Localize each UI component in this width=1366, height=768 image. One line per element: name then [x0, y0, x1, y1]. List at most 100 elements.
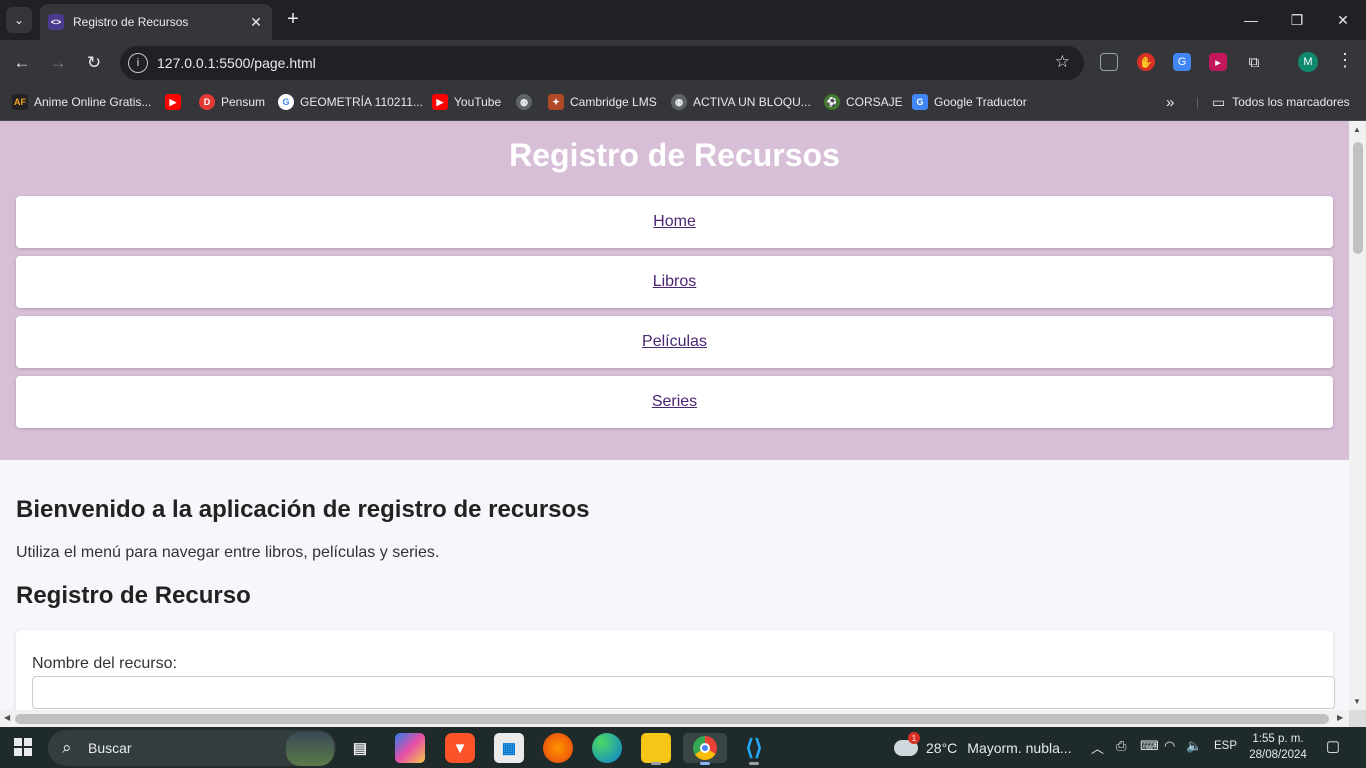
weather-temp: 28°C: [926, 740, 958, 756]
reload-icon[interactable]: ↻: [82, 51, 106, 75]
horizontal-scroll-thumb[interactable]: [15, 714, 1329, 724]
bookmark-star-icon[interactable]: ☆: [1055, 52, 1070, 72]
wifi-icon[interactable]: ◠: [1164, 738, 1175, 754]
nav-item-libros[interactable]: Libros: [16, 256, 1333, 308]
file-explorer-icon[interactable]: [641, 733, 671, 765]
tab-title: Registro de Recursos: [73, 15, 189, 29]
vscode-live-favicon-icon: <>: [48, 14, 64, 30]
bookmark-pensum[interactable]: D Pensum: [199, 92, 265, 112]
search-highlight-image: [286, 732, 334, 766]
bookmark-google-traductor[interactable]: G Google Traductor: [912, 92, 1027, 112]
youtube-icon: ▶: [165, 94, 181, 110]
chrome-icon[interactable]: [683, 733, 727, 765]
weather-widget[interactable]: 1 28°C Mayorm. nubla...: [894, 732, 1072, 761]
nav-item-series[interactable]: Series: [16, 376, 1333, 428]
back-icon[interactable]: ←: [10, 51, 34, 75]
profile-avatar[interactable]: M: [1298, 52, 1318, 72]
site-info-icon[interactable]: i: [128, 53, 148, 73]
screen-recorder-extension-icon[interactable]: ▸: [1209, 53, 1227, 71]
tray-chevron-up-icon[interactable]: ︿: [1091, 738, 1104, 757]
chrome-logo: [693, 736, 717, 760]
vertical-scrollbar[interactable]: ▲ ▼: [1349, 121, 1366, 710]
horizontal-scrollbar[interactable]: ◀ ▶: [0, 710, 1349, 727]
browser-menu-icon[interactable]: ⋮: [1336, 50, 1354, 71]
google-icon: G: [278, 94, 294, 110]
all-bookmarks-label: Todos los marcadores: [1232, 95, 1350, 109]
search-icon: ⌕: [62, 738, 72, 757]
notification-icon[interactable]: ▢: [1322, 737, 1344, 757]
scroll-down-icon[interactable]: ▼: [1353, 697, 1361, 706]
windows-start-icon[interactable]: [14, 738, 32, 756]
edge-icon[interactable]: [592, 733, 622, 763]
nav-item-peliculas[interactable]: Películas: [16, 316, 1333, 368]
bookmark-activa[interactable]: ◍ ACTIVA UN BLOQU...: [671, 92, 811, 112]
language-indicator[interactable]: ESP: [1214, 740, 1237, 752]
weather-text: Mayorm. nubla...: [967, 740, 1072, 756]
corsaje-icon: ⚽: [824, 94, 840, 110]
nav-item-home[interactable]: Home: [16, 196, 1333, 248]
url-text[interactable]: 127.0.0.1:5500/page.html: [157, 55, 316, 71]
form-heading: Registro de Recurso: [16, 582, 251, 609]
welcome-heading: Bienvenido a la aplicación de registro d…: [16, 496, 590, 523]
translate-icon: G: [912, 94, 928, 110]
bookmarks-divider: |: [1196, 95, 1200, 109]
bookmark-corsaje[interactable]: ⚽ CORSAJE: [824, 92, 903, 112]
tab-close-icon[interactable]: ✕: [246, 14, 266, 31]
vscode-icon[interactable]: ⟨⟩: [739, 733, 769, 765]
window-close-icon[interactable]: ✕: [1320, 0, 1366, 40]
translate-extension-icon[interactable]: G: [1173, 53, 1191, 71]
chevron-down-icon: ⌄: [13, 13, 25, 27]
meet-now-icon[interactable]: ⎙: [1116, 738, 1126, 754]
lens-search-icon[interactable]: [1100, 53, 1118, 71]
globe-icon: ◍: [516, 94, 532, 110]
bookmark-anime[interactable]: AF Anime Online Gratis...: [12, 92, 151, 112]
address-bar[interactable]: i 127.0.0.1:5500/page.html ☆: [120, 46, 1084, 80]
nav-link-series[interactable]: Series: [652, 393, 697, 411]
nav-link-peliculas[interactable]: Películas: [642, 333, 707, 351]
scroll-left-icon[interactable]: ◀: [4, 713, 10, 722]
microsoft-store-icon[interactable]: ▦: [494, 733, 524, 763]
active-tab[interactable]: <> Registro de Recursos ✕: [40, 4, 272, 40]
nav-link-libros[interactable]: Libros: [653, 273, 697, 291]
new-tab-icon[interactable]: +: [282, 8, 304, 30]
scrollbar-corner: [1349, 710, 1366, 727]
welcome-text: Utiliza el menú para navegar entre libro…: [16, 544, 440, 561]
vertical-scroll-thumb[interactable]: [1353, 142, 1363, 254]
bookmark-label: YouTube: [454, 95, 502, 109]
bookmark-globe[interactable]: ◍: [516, 92, 538, 112]
minimize-icon[interactable]: —: [1228, 0, 1274, 40]
task-view-icon[interactable]: ▤: [345, 733, 375, 763]
bookmark-youtube-icon-only[interactable]: ▶: [165, 92, 187, 112]
extensions-puzzle-icon[interactable]: ⧉: [1245, 53, 1263, 71]
clock-time: 1:55 p. m.: [1252, 733, 1304, 745]
bookmark-cambridge[interactable]: ✦ Cambridge LMS: [548, 92, 657, 112]
taskbar: ⌕ Buscar ▤ ▼ ▦ ⟨⟩ 1 28°C Mayorm. nubla..…: [0, 727, 1366, 768]
bookmark-youtube[interactable]: ▶ YouTube: [432, 92, 501, 112]
taskbar-search[interactable]: ⌕ Buscar: [48, 730, 336, 766]
keyboard-icon[interactable]: ⌨: [1140, 738, 1159, 754]
volume-icon[interactable]: 🔈: [1186, 738, 1202, 754]
af-icon: AF: [12, 94, 28, 110]
bookmark-label: GEOMETRÍA 110211...: [300, 95, 423, 109]
clock[interactable]: 1:55 p. m. 28/08/2024: [1242, 731, 1314, 763]
copilot-icon[interactable]: [395, 733, 425, 763]
bookmark-label: ACTIVA UN BLOQU...: [693, 95, 811, 109]
adblock-extension-icon[interactable]: ✋: [1137, 53, 1155, 71]
resource-name-label: Nombre del recurso:: [32, 655, 177, 672]
forward-icon[interactable]: →: [46, 51, 70, 75]
bookmark-geometria[interactable]: G GEOMETRÍA 110211...: [278, 92, 423, 112]
brave-browser-icon[interactable]: ▼: [445, 733, 475, 763]
firefox-icon[interactable]: [543, 733, 573, 763]
nav-link-home[interactable]: Home: [653, 213, 696, 231]
more-bookmarks-chevron-icon[interactable]: »: [1166, 92, 1174, 112]
restore-icon[interactable]: ❐: [1274, 0, 1320, 40]
all-bookmarks-folder[interactable]: ▭ Todos los marcadores: [1212, 92, 1350, 112]
resource-name-input[interactable]: [32, 676, 1335, 709]
scroll-right-icon[interactable]: ▶: [1337, 713, 1343, 722]
tab-search-button[interactable]: ⌄: [6, 7, 32, 33]
tab-strip: ⌄ <> Registro de Recursos ✕ + — ❐ ✕: [0, 0, 1366, 40]
browser-toolbar: ← → ↻ i 127.0.0.1:5500/page.html ☆ ✋ G ▸…: [0, 40, 1366, 84]
youtube-icon: ▶: [432, 94, 448, 110]
site-header: Registro de Recursos Home Libros Películ…: [0, 121, 1349, 460]
scroll-up-icon[interactable]: ▲: [1353, 125, 1361, 134]
